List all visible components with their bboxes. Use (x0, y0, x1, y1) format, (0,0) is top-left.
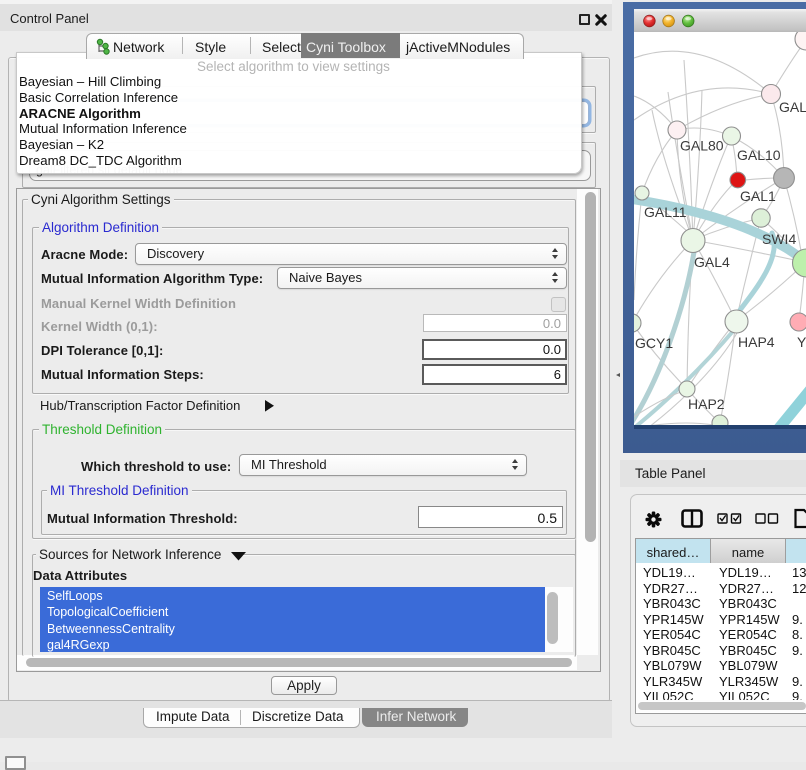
svg-text:GAL1: GAL1 (740, 188, 776, 204)
svg-text:GAL10: GAL10 (737, 147, 781, 163)
svg-text:GCY1: GCY1 (635, 335, 673, 351)
svg-text:GAL4: GAL4 (694, 254, 730, 270)
svg-text:YG: YG (797, 334, 806, 350)
svg-text:GAL11: GAL11 (644, 204, 687, 220)
svg-text:SWI4: SWI4 (762, 231, 796, 247)
svg-text:HAP4: HAP4 (738, 334, 775, 350)
svg-text:HAP2: HAP2 (688, 396, 725, 412)
svg-text:GAL2: GAL2 (779, 99, 806, 115)
svg-text:GAL80: GAL80 (680, 138, 724, 154)
